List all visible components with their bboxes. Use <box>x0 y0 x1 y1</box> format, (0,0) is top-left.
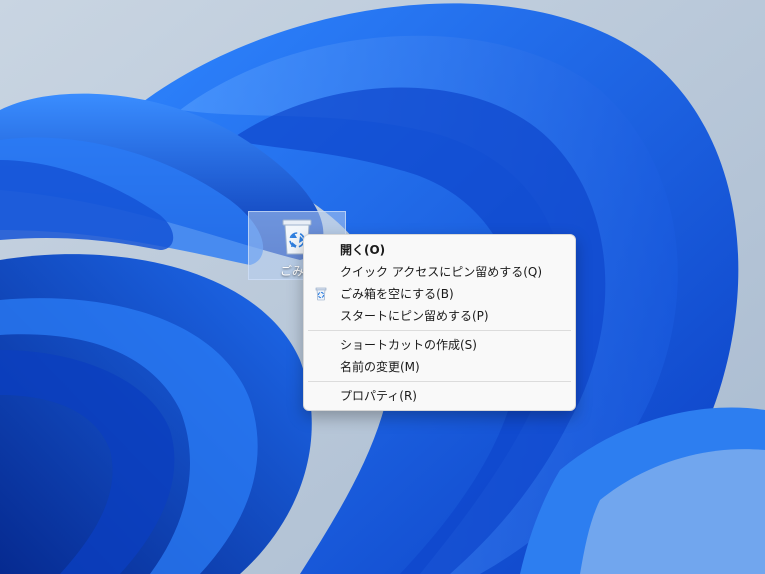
menu-item-label: クイック アクセスにピン留めする(Q) <box>340 265 543 279</box>
menu-item-pin-quick-access[interactable]: クイック アクセスにピン留めする(Q) <box>304 261 575 283</box>
menu-item-label: ショートカットの作成(S) <box>340 338 477 352</box>
menu-item-pin-start[interactable]: スタートにピン留めする(P) <box>304 305 575 327</box>
menu-item-label: プロパティ(R) <box>340 389 417 403</box>
menu-item-label: スタートにピン留めする(P) <box>340 309 489 323</box>
context-menu: 開く(O) クイック アクセスにピン留めする(Q) ごみ箱を空にする(B) スタ… <box>303 234 576 411</box>
desktop[interactable]: ごみ箱 開く(O) クイック アクセスにピン留めする(Q) ごみ箱を空にする(B… <box>0 0 765 574</box>
menu-item-create-shortcut[interactable]: ショートカットの作成(S) <box>304 334 575 356</box>
menu-item-label: 名前の変更(M) <box>340 360 420 374</box>
menu-separator <box>308 381 571 382</box>
menu-item-rename[interactable]: 名前の変更(M) <box>304 356 575 378</box>
menu-item-open[interactable]: 開く(O) <box>304 239 575 261</box>
menu-item-label: ごみ箱を空にする(B) <box>340 287 454 301</box>
recycle-bin-icon <box>315 287 327 301</box>
menu-separator <box>308 330 571 331</box>
menu-item-properties[interactable]: プロパティ(R) <box>304 385 575 407</box>
menu-item-label: 開く(O) <box>340 243 386 257</box>
menu-item-empty-recycle-bin[interactable]: ごみ箱を空にする(B) <box>304 283 575 305</box>
